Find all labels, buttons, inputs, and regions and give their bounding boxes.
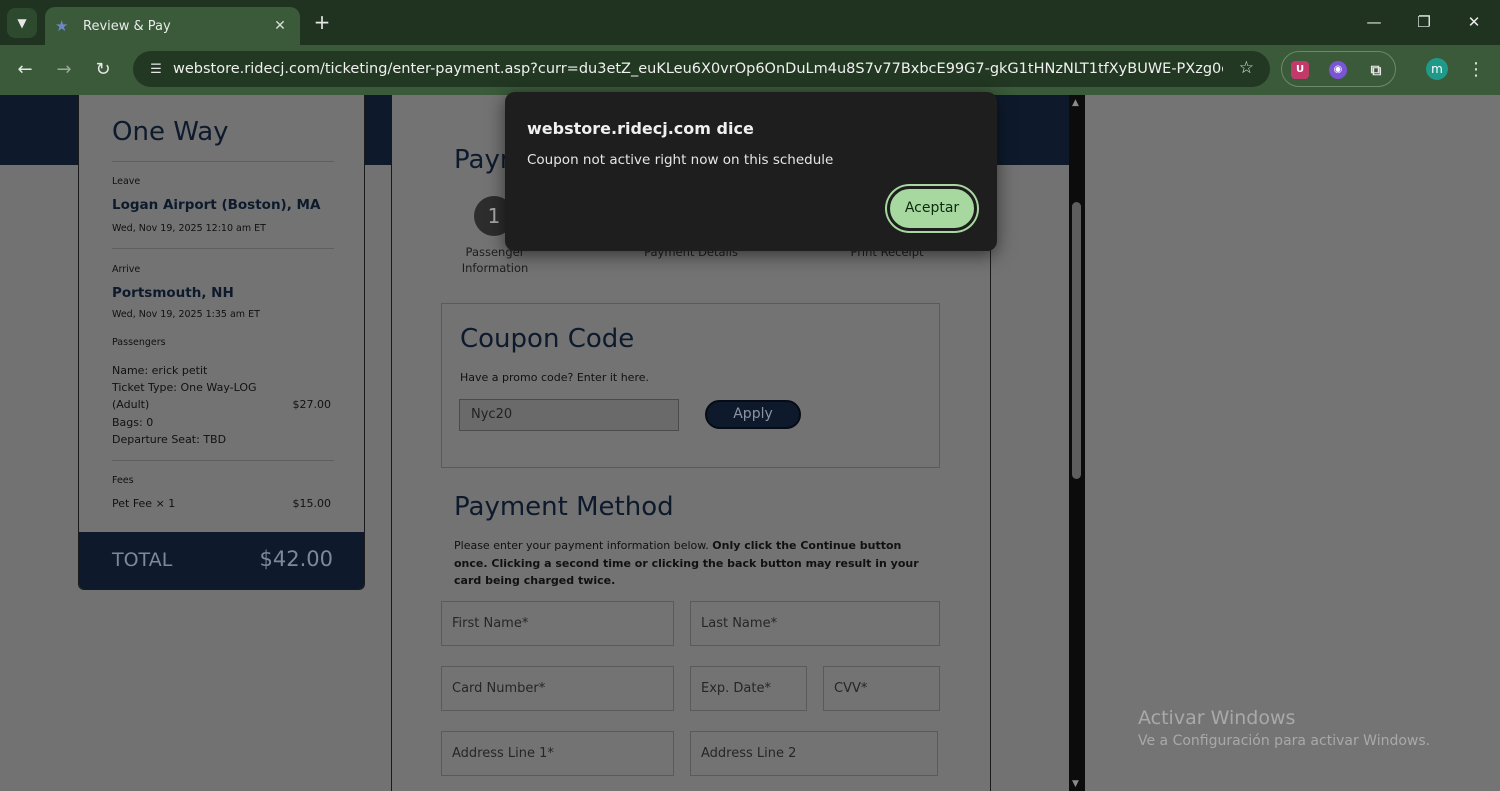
apply-coupon-button[interactable]: Apply: [705, 400, 801, 429]
scroll-down-icon[interactable]: ▼: [1072, 779, 1079, 789]
last-name-field[interactable]: Last Name*: [690, 601, 940, 646]
star-icon: ★: [55, 17, 69, 35]
watermark-title: Activar Windows: [1138, 707, 1296, 729]
bags-count: Bags: 0: [112, 416, 154, 429]
arrow-right-icon: →: [56, 59, 72, 80]
divider: [112, 248, 334, 249]
tab-title: Review & Pay: [83, 18, 171, 34]
minimize-button[interactable]: —: [1354, 8, 1394, 36]
star-outline-icon[interactable]: ☆: [1239, 58, 1254, 78]
tune-icon[interactable]: ☰: [139, 62, 173, 77]
ticket-price: $27.00: [292, 398, 332, 411]
close-icon: ✕: [1467, 13, 1481, 31]
address-line-2-field[interactable]: Address Line 2: [690, 731, 938, 776]
page-background: [1085, 95, 1500, 791]
accept-button[interactable]: Aceptar: [887, 186, 977, 231]
page-scrollbar[interactable]: ▲ ▼: [1069, 95, 1085, 791]
departure-seat: Departure Seat: TBD: [112, 433, 227, 446]
kebab-icon[interactable]: ⋮: [1466, 56, 1486, 84]
url-text[interactable]: webstore.ridecj.com/ticketing/enter-paym…: [173, 61, 1223, 77]
dialog-title: webstore.ridecj.com dice: [527, 119, 754, 138]
arrow-left-icon: ←: [17, 59, 33, 80]
plus-icon: +: [313, 10, 331, 34]
restore-button[interactable]: ❐: [1404, 8, 1444, 36]
trip-type-title: One Way: [112, 117, 229, 147]
card-number-field[interactable]: Card Number*: [441, 666, 674, 711]
payment-method-title: Payment Method: [454, 492, 674, 522]
passenger-category: (Adult): [112, 398, 150, 411]
forward-button[interactable]: →: [50, 56, 78, 84]
minimize-icon: —: [1366, 13, 1382, 31]
trip-summary-panel: One Way Leave Logan Airport (Boston), MA…: [78, 95, 365, 590]
total-label: TOTAL: [112, 549, 173, 571]
reload-icon: ↻: [95, 59, 111, 80]
cvv-field[interactable]: CVV*: [823, 666, 940, 711]
tab-bar: ▼ ★ Review & Pay ✕ + — ❐ ✕: [0, 0, 1500, 45]
active-tab[interactable]: ★ Review & Pay ✕: [45, 7, 300, 45]
extensions-group: U ◉ ⧉: [1281, 51, 1396, 87]
pet-fee-price: $15.00: [292, 497, 332, 510]
leave-label: Leave: [112, 176, 141, 187]
leave-location: Logan Airport (Boston), MA: [112, 197, 321, 213]
back-button[interactable]: ←: [11, 56, 39, 84]
divider: [112, 460, 334, 461]
passengers-label: Passengers: [112, 337, 166, 348]
dialog-message: Coupon not active right now on this sche…: [527, 152, 834, 168]
shield-extension-icon[interactable]: U: [1291, 61, 1309, 79]
coupon-subtitle: Have a promo code? Enter it here.: [460, 371, 649, 384]
new-tab-button[interactable]: +: [310, 9, 334, 35]
first-name-field[interactable]: First Name*: [441, 601, 674, 646]
restore-icon: ❐: [1417, 13, 1431, 31]
arrive-label: Arrive: [112, 264, 141, 275]
address-bar[interactable]: ☰ webstore.ridecj.com/ticketing/enter-pa…: [133, 51, 1270, 87]
scroll-thumb[interactable]: [1072, 202, 1081, 479]
browser-toolbar: ← → ↻ ☰ webstore.ridecj.com/ticketing/en…: [0, 45, 1500, 95]
watermark-subtitle: Ve a Configuración para activar Windows.: [1138, 733, 1431, 749]
coupon-input[interactable]: Nyc20: [459, 399, 679, 431]
divider: [112, 161, 334, 162]
total-bar: TOTAL $42.00: [79, 532, 364, 589]
leave-time: Wed, Nov 19, 2025 12:10 am ET: [112, 223, 266, 234]
payment-instructions: Please enter your payment information be…: [454, 537, 924, 590]
payment-instructions-text: Please enter your payment information be…: [454, 539, 713, 552]
fees-label: Fees: [112, 475, 134, 486]
puzzle-icon[interactable]: ⧉: [1367, 61, 1385, 79]
chevron-down-icon: ▼: [17, 16, 27, 30]
ticket-type: Ticket Type: One Way-LOG: [112, 381, 257, 394]
pet-fee: Pet Fee × 1: [112, 497, 176, 510]
close-icon[interactable]: ✕: [270, 18, 290, 34]
avatar[interactable]: m: [1426, 58, 1448, 80]
windows-activation-watermark: Activar Windows Ve a Configuración para …: [1138, 707, 1430, 749]
eye-extension-icon[interactable]: ◉: [1329, 61, 1347, 79]
address-line-1-field[interactable]: Address Line 1*: [441, 731, 674, 776]
total-value: $42.00: [259, 547, 333, 571]
alert-dialog: webstore.ridecj.com dice Coupon not acti…: [505, 92, 997, 251]
arrive-location: Portsmouth, NH: [112, 285, 234, 301]
reload-button[interactable]: ↻: [89, 56, 117, 84]
scroll-up-icon[interactable]: ▲: [1072, 98, 1079, 108]
passenger-name: Name: erick petit: [112, 364, 208, 377]
close-window-button[interactable]: ✕: [1454, 8, 1494, 36]
exp-date-field[interactable]: Exp. Date*: [690, 666, 807, 711]
coupon-title: Coupon Code: [460, 324, 635, 354]
tab-search-button[interactable]: ▼: [7, 8, 37, 38]
coupon-section: Coupon Code Have a promo code? Enter it …: [441, 303, 940, 468]
arrive-time: Wed, Nov 19, 2025 1:35 am ET: [112, 309, 260, 320]
